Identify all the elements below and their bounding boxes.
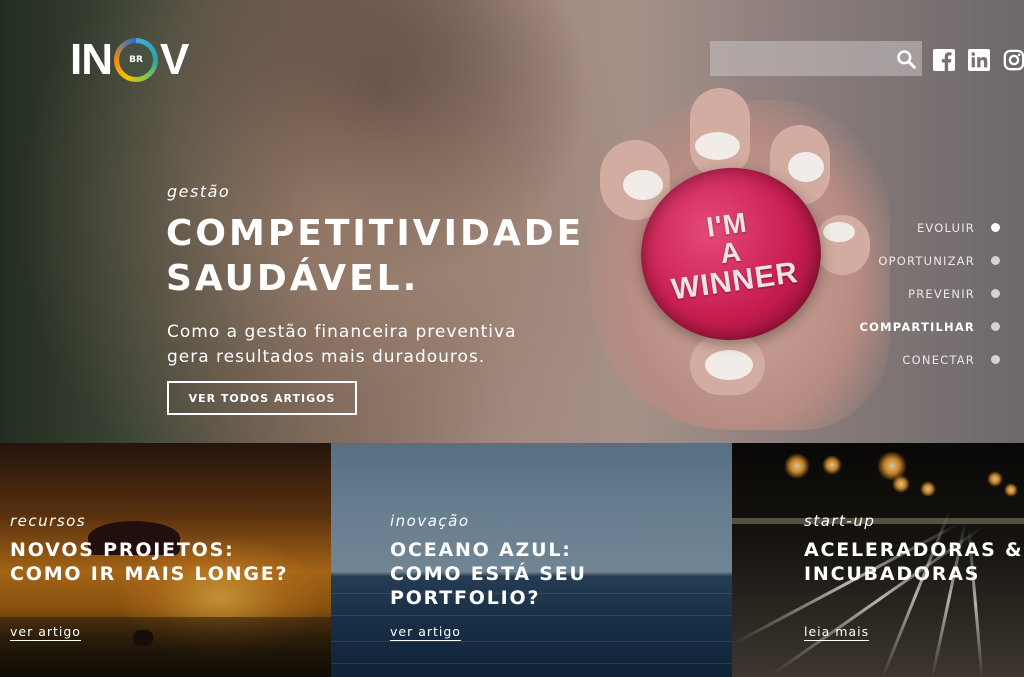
read-article-link[interactable]: ver artigo <box>390 624 461 641</box>
search-box <box>710 41 922 76</box>
section-nav-label: OPORTUNIZAR <box>878 253 975 268</box>
subtitle-line: Como a gestão financeira preventiva <box>167 322 517 342</box>
nav-dot-icon <box>991 355 1000 364</box>
headline-line: COMPETITIVIDADE <box>166 213 585 254</box>
section-nav-item-conectar[interactable]: CONECTAR <box>800 343 1000 376</box>
badge-text: WINNER <box>669 256 801 307</box>
hero-headline: COMPETITIVIDADE SAUDÁVEL. <box>166 211 584 301</box>
hero-subtitle: Como a gestão financeira preventiva gera… <box>167 320 517 370</box>
section-nav-label: EVOLUIR <box>916 220 975 235</box>
read-article-link[interactable]: ver artigo <box>10 624 81 641</box>
card-category: recursos <box>10 512 87 530</box>
section-nav-label: CONECTAR <box>902 352 975 367</box>
article-card-startup[interactable]: start-up ACELERADORAS & INCUBADORAS leia… <box>732 443 1024 677</box>
search-input[interactable] <box>710 41 890 76</box>
nail-image <box>695 132 740 160</box>
linkedin-icon[interactable] <box>968 49 990 71</box>
section-nav-item-compartilhar[interactable]: COMPARTILHAR <box>800 310 1000 343</box>
section-nav-item-oportunizar[interactable]: OPORTUNIZAR <box>800 244 1000 277</box>
card-title-line: PORTFOLIO? <box>390 587 541 609</box>
read-more-link[interactable]: leia mais <box>804 624 870 641</box>
nav-dot-icon <box>991 223 1000 232</box>
article-card-recursos[interactable]: recursos NOVOS PROJETOS: COMO IR MAIS LO… <box>0 443 331 677</box>
card-title: NOVOS PROJETOS: COMO IR MAIS LONGE? <box>10 538 288 586</box>
instagram-icon[interactable] <box>1003 49 1024 71</box>
facebook-icon[interactable] <box>933 49 955 71</box>
nail-image <box>788 152 824 182</box>
nav-dot-icon <box>991 322 1000 331</box>
headline-line: SAUDÁVEL. <box>166 258 420 299</box>
logo-ring-text: BR <box>119 43 153 77</box>
logo-text: IN <box>70 35 113 84</box>
section-nav: EVOLUIR OPORTUNIZAR PREVENIR COMPARTILHA… <box>800 211 1000 376</box>
view-all-articles-button[interactable]: VER TODOS ARTIGOS <box>167 381 357 415</box>
hero-category: gestão <box>167 182 231 201</box>
section-nav-item-prevenir[interactable]: PREVENIR <box>800 277 1000 310</box>
card-title-line: COMO ESTÁ SEU <box>390 563 587 585</box>
section-nav-item-evoluir[interactable]: EVOLUIR <box>800 211 1000 244</box>
hero-banner: I'M A WINNER IN BR V gestão COMPETITIVID… <box>0 0 1024 443</box>
section-nav-label: COMPARTILHAR <box>859 319 975 334</box>
article-card-inovacao[interactable]: inovação OCEANO AZUL: COMO ESTÁ SEU PORT… <box>331 443 732 677</box>
logo-text: V <box>160 35 189 84</box>
card-title: ACELERADORAS & INCUBADORAS <box>804 538 1023 586</box>
card-title: OCEANO AZUL: COMO ESTÁ SEU PORTFOLIO? <box>390 538 587 610</box>
subtitle-line: gera resultados mais duradouros. <box>167 347 486 367</box>
card-title-line: NOVOS PROJETOS: <box>10 539 235 561</box>
logo-ring-icon: BR <box>114 38 158 82</box>
card-title-line: OCEANO AZUL: <box>390 539 572 561</box>
card-title-line: INCUBADORAS <box>804 563 981 585</box>
card-category: inovação <box>390 512 470 530</box>
card-category: start-up <box>804 512 876 530</box>
nail-image <box>705 350 753 380</box>
card-title-line: COMO IR MAIS LONGE? <box>10 563 289 585</box>
inov-logo[interactable]: IN BR V <box>70 35 189 84</box>
card-title-line: ACELERADORAS & <box>804 539 1024 561</box>
nav-dot-icon <box>991 289 1000 298</box>
nail-image <box>623 170 663 200</box>
section-nav-label: PREVENIR <box>908 286 975 301</box>
search-icon[interactable] <box>896 49 916 69</box>
nav-dot-icon <box>991 256 1000 265</box>
